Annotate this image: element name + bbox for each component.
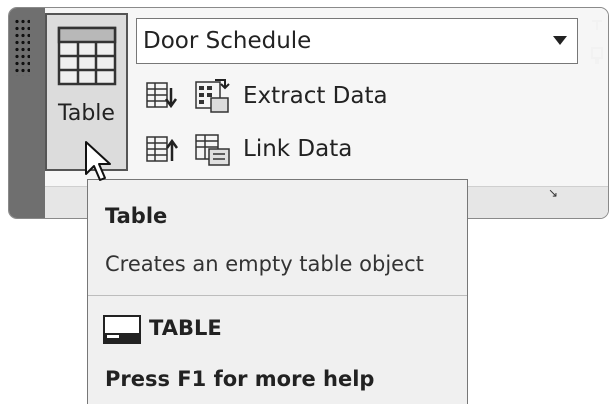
- table-style-dropdown[interactable]: Door Schedule: [136, 18, 578, 64]
- table-button-label: Table: [58, 101, 115, 126]
- tooltip-description: Creates an empty table object: [105, 252, 424, 276]
- extract-data-from-table-icon[interactable]: [145, 80, 181, 118]
- tooltip-title: Table: [105, 204, 168, 228]
- panel-grip-strip[interactable]: [9, 8, 45, 218]
- tooltip-help-hint: Press F1 for more help: [105, 367, 375, 391]
- table-tooltip: Table Creates an empty table object TABL…: [87, 179, 468, 404]
- command-line-icon: [103, 315, 141, 349]
- data-link-icon[interactable]: [193, 131, 231, 171]
- table-grid-icon: [57, 26, 117, 86]
- mouse-cursor-icon: [84, 140, 114, 188]
- upload-data-to-table-icon[interactable]: [145, 133, 181, 171]
- tooltip-divider: [88, 295, 467, 296]
- data-extraction-icon[interactable]: [193, 78, 231, 118]
- dialog-launcher-icon[interactable]: ↘: [548, 186, 558, 200]
- link-data-button[interactable]: Link Data: [243, 136, 352, 162]
- extract-data-button[interactable]: Extract Data: [243, 83, 388, 109]
- chevron-down-icon[interactable]: [553, 36, 567, 45]
- table-style-value: Door Schedule: [143, 28, 312, 54]
- tooltip-command-name: TABLE: [149, 316, 222, 340]
- panel-pin-icon[interactable]: [590, 10, 608, 130]
- grip-handle-icon[interactable]: [14, 18, 30, 76]
